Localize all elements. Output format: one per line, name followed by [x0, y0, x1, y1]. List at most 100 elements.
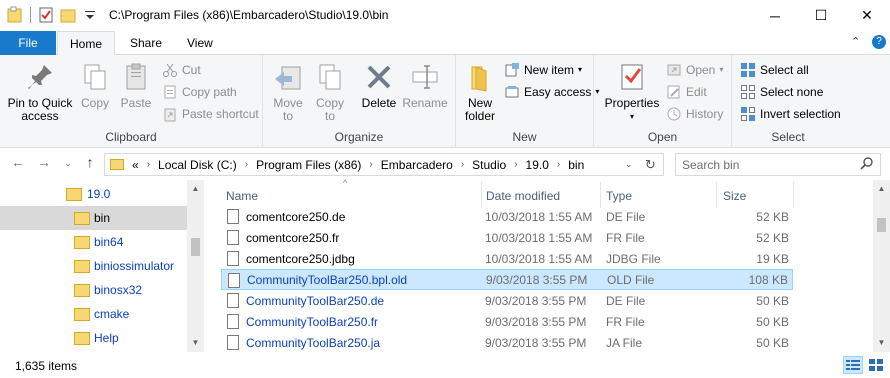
- breadcrumb-overflow[interactable]: «: [130, 158, 141, 172]
- breadcrumb-local-disk[interactable]: Local Disk (C:): [156, 158, 239, 172]
- tab-view[interactable]: View: [175, 31, 225, 55]
- select-all-button[interactable]: Select all: [740, 60, 809, 80]
- scrollbar-thumb[interactable]: [877, 218, 886, 232]
- tab-home[interactable]: Home: [57, 31, 116, 56]
- column-header-size[interactable]: Size: [723, 187, 746, 205]
- delete-button[interactable]: Delete: [359, 61, 399, 110]
- scroll-down-icon[interactable]: ▼: [873, 338, 890, 347]
- file-row[interactable]: CommunityToolBar250.de 9/03/2018 3:55 PM…: [221, 290, 793, 311]
- tab-share[interactable]: Share: [118, 31, 174, 55]
- open-button[interactable]: Open ▾: [666, 60, 723, 80]
- tree-item-binosx32[interactable]: binosx32: [0, 278, 187, 302]
- new-folder-button[interactable]: New folder: [460, 61, 500, 123]
- column-header-date[interactable]: Date modified: [486, 187, 560, 205]
- properties-check-icon[interactable]: [37, 6, 55, 24]
- maximize-button[interactable]: ☐: [798, 0, 844, 31]
- breadcrumb-program-files[interactable]: Program Files (x86): [254, 158, 363, 172]
- invert-selection-button[interactable]: Invert selection: [740, 104, 841, 124]
- file-row[interactable]: comentcore250.de 10/03/2018 1:55 AM DE F…: [221, 206, 793, 227]
- column-divider[interactable]: [716, 182, 717, 208]
- file-name: CommunityToolBar250.ja: [246, 335, 381, 350]
- clipboard-group: Pin to Quick access Copy Paste Cut Copy …: [0, 55, 263, 148]
- breadcrumb-chevron-icon[interactable]: ›: [508, 159, 523, 170]
- column-divider[interactable]: [600, 182, 601, 208]
- copy-icon: [79, 61, 111, 93]
- history-button[interactable]: History: [666, 104, 723, 124]
- breadcrumb-chevron-icon[interactable]: ›: [141, 159, 156, 170]
- properties-button[interactable]: Properties ▾: [602, 61, 662, 123]
- paste-button[interactable]: Paste: [116, 61, 156, 110]
- paste-shortcut-button[interactable]: Paste shortcut: [162, 104, 259, 124]
- column-divider[interactable]: [481, 182, 482, 208]
- recent-locations-dropdown-icon[interactable]: ⌄: [58, 158, 78, 169]
- quick-access-toolbar: [6, 6, 99, 24]
- select-none-button[interactable]: Select none: [740, 82, 823, 102]
- nav-pane-scrollbar[interactable]: ▲ ▼: [187, 180, 204, 352]
- scroll-up-icon[interactable]: ▲: [873, 184, 890, 193]
- file-list-scrollbar[interactable]: ▲ ▼: [873, 180, 890, 352]
- address-bar[interactable]: « › Local Disk (C:) › Program Files (x86…: [104, 153, 664, 176]
- paste-label: Paste: [120, 96, 152, 110]
- close-button[interactable]: ✕: [844, 0, 890, 31]
- minimize-button[interactable]: ─: [752, 0, 798, 31]
- column-header-name[interactable]: Name: [226, 187, 258, 205]
- scroll-down-icon[interactable]: ▼: [187, 338, 204, 347]
- file-row[interactable]: CommunityToolBar250.ja 9/03/2018 3:55 PM…: [221, 332, 793, 353]
- paste-shortcut-label: Paste shortcut: [182, 107, 259, 121]
- tree-item-bin[interactable]: bin: [0, 206, 187, 230]
- address-dropdown-icon[interactable]: ⌄: [625, 159, 633, 170]
- collapse-ribbon-icon[interactable]: ⌃: [851, 35, 860, 48]
- select-group: Select all Select none Invert selection …: [732, 55, 844, 148]
- breadcrumb-version[interactable]: 19.0: [524, 158, 551, 172]
- tab-file[interactable]: File: [0, 31, 56, 55]
- cut-button[interactable]: Cut: [162, 60, 201, 80]
- copy-to-button[interactable]: Copy to: [311, 61, 349, 123]
- tree-item-biniossimulator[interactable]: biniossimulator: [0, 254, 187, 278]
- breadcrumb-chevron-icon[interactable]: ›: [363, 159, 378, 170]
- easy-access-button[interactable]: Easy access ▾: [504, 82, 599, 102]
- tree-item-bin64[interactable]: bin64: [0, 230, 187, 254]
- breadcrumb-chevron-icon[interactable]: ›: [551, 159, 566, 170]
- new-folder-qat-icon[interactable]: [59, 6, 77, 24]
- rename-label: Rename: [402, 96, 448, 110]
- file-row-selected[interactable]: CommunityToolBar250.bpl.old 9/03/2018 3:…: [221, 269, 793, 290]
- forward-arrow-icon[interactable]: →: [34, 154, 54, 170]
- scroll-up-icon[interactable]: ▲: [187, 184, 204, 193]
- pin-quick-access-button[interactable]: Pin to Quick access: [4, 61, 76, 123]
- refresh-icon[interactable]: ↻: [645, 157, 656, 173]
- file-row[interactable]: comentcore250.fr 10/03/2018 1:55 AM FR F…: [221, 227, 793, 248]
- breadcrumb-studio[interactable]: Studio: [470, 158, 508, 172]
- details-view-icon[interactable]: [843, 356, 863, 374]
- scrollbar-thumb[interactable]: [191, 238, 200, 256]
- edit-button[interactable]: Edit: [666, 82, 707, 102]
- up-arrow-icon[interactable]: ↑: [80, 154, 100, 170]
- tree-item-19-0[interactable]: 19.0: [0, 182, 187, 206]
- help-icon[interactable]: ?: [872, 35, 886, 49]
- tree-item-help[interactable]: Help: [0, 326, 187, 350]
- file-row[interactable]: CommunityToolBar250.fr 9/03/2018 3:55 PM…: [221, 311, 793, 332]
- copy-path-button[interactable]: Copy path: [162, 82, 237, 102]
- properties-label: Properties: [604, 96, 660, 110]
- column-divider[interactable]: [793, 182, 794, 208]
- search-icon[interactable]: [860, 156, 874, 173]
- file-type: FR File: [606, 314, 645, 329]
- file-row[interactable]: comentcore250.jdbg 10/03/2018 1:55 AM JD…: [221, 248, 793, 269]
- breadcrumb-bin[interactable]: bin: [566, 158, 586, 172]
- move-to-button[interactable]: Move to: [269, 61, 307, 123]
- new-item-button[interactable]: New item ▾: [504, 60, 582, 80]
- tree-item-cmake[interactable]: cmake: [0, 302, 187, 326]
- copy-button[interactable]: Copy: [76, 61, 114, 110]
- search-box[interactable]: Search bin: [675, 153, 881, 176]
- qat-dropdown-icon[interactable]: [81, 6, 99, 24]
- column-header-type[interactable]: Type: [606, 187, 632, 205]
- large-icons-view-icon[interactable]: [866, 356, 886, 374]
- breadcrumb-chevron-icon[interactable]: ›: [239, 159, 254, 170]
- search-input[interactable]: Search bin: [682, 158, 739, 172]
- breadcrumb-embarcadero[interactable]: Embarcadero: [379, 158, 455, 172]
- breadcrumb-chevron-icon[interactable]: ›: [455, 159, 470, 170]
- back-arrow-icon[interactable]: ←: [8, 154, 28, 170]
- rename-button[interactable]: Rename: [401, 61, 449, 110]
- new-folder-label-line2: folder: [464, 109, 496, 123]
- file-type: DE File: [606, 209, 646, 224]
- copy-path-icon: [162, 84, 178, 100]
